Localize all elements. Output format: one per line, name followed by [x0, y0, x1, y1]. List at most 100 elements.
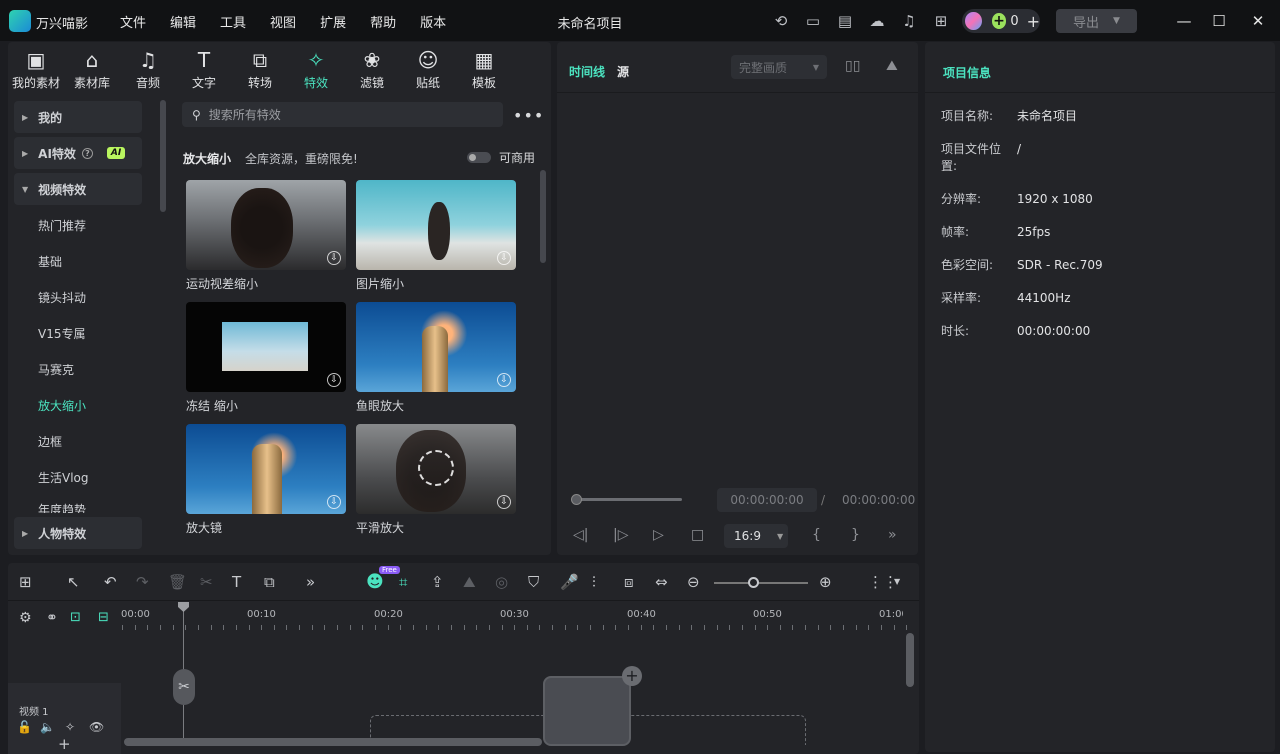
subcategory-hot[interactable]: 热门推荐 [14, 209, 142, 241]
subcategory-trends[interactable]: 年度趋势 [14, 497, 142, 513]
category-mine[interactable]: ▶ 我的 [14, 101, 142, 133]
tab-filter[interactable]: ❀ 滤镜 [344, 42, 400, 92]
playhead-split-icon[interactable]: ✂ [173, 669, 195, 705]
shield-icon[interactable]: ⛉ [528, 573, 539, 591]
tab-text[interactable]: T 文字 [176, 42, 232, 92]
tab-source[interactable]: 源 [617, 63, 629, 80]
layout-grid-icon[interactable]: ⊞ [19, 573, 32, 591]
more-tools-icon[interactable]: » [306, 573, 315, 591]
subcategory-shake[interactable]: 镜头抖动 [14, 281, 142, 313]
tab-effects[interactable]: ✧ 特效 [288, 42, 344, 92]
audio-mixer-icon[interactable]: ⫶ [592, 573, 596, 591]
mark-out-icon[interactable]: } [851, 527, 860, 543]
preview-canvas[interactable] [557, 93, 918, 483]
subcategory-basic[interactable]: 基础 [14, 245, 142, 277]
tab-transition[interactable]: ⧉ 转场 [232, 42, 288, 92]
tab-audio[interactable]: ♫ 音频 [120, 42, 176, 92]
crop-icon[interactable]: ⧉ [264, 573, 275, 591]
tab-timeline[interactable]: 时间线 [569, 63, 605, 80]
tab-my-media[interactable]: ▣ 我的素材 [8, 42, 64, 92]
effect-card[interactable]: ⇩ 鱼眼放大 [356, 302, 516, 414]
commercial-toggle[interactable] [467, 152, 491, 163]
mark-in-icon[interactable]: { [812, 527, 821, 543]
download-icon[interactable]: ⇩ [327, 251, 341, 265]
effect-card[interactable]: ⇩ 放大镜 [186, 424, 346, 536]
delete-icon[interactable]: 🗑 [168, 573, 187, 591]
volume-icon[interactable]: 🔈 [40, 720, 55, 734]
timeline-vertical-scrollbar[interactable] [906, 633, 914, 687]
more-controls-icon[interactable]: » [888, 527, 897, 543]
add-media-icon[interactable]: + [622, 666, 642, 686]
effect-card[interactable]: ⇩ 冻结 缩小 [186, 302, 346, 414]
tab-stock[interactable]: ⌂ 素材库 [64, 42, 120, 92]
current-time[interactable]: 00:00:00:00 [717, 488, 817, 512]
ai-assistant-icon[interactable]: ☻ [366, 573, 384, 591]
avatar[interactable] [965, 12, 982, 30]
category-people-effects[interactable]: ▶ 人物特效 [14, 517, 142, 549]
effect-card[interactable]: ⇩ 图片缩小 [356, 180, 516, 292]
subcategory-zoom[interactable]: 放大缩小 [14, 389, 142, 421]
playback-progress-handle[interactable] [571, 494, 582, 505]
add-track-link-icon[interactable]: ⊡ [70, 609, 81, 627]
snap-icon[interactable]: ⊟ [98, 609, 109, 627]
speed-icon[interactable]: ◎ [495, 573, 508, 591]
fit-timeline-icon[interactable]: ⇔ [655, 573, 668, 591]
effects-toggle-icon[interactable]: ✧ [65, 720, 75, 734]
layout-icon[interactable]: ▭ [804, 12, 822, 30]
category-ai-effects[interactable]: ▶ AI特效? AI [14, 137, 142, 169]
settings-icon[interactable]: ⚙ [19, 609, 32, 627]
cloud-upload-icon[interactable]: ☁ [868, 12, 886, 30]
download-icon[interactable]: ⇩ [497, 251, 511, 265]
snapshot-icon[interactable]: ⛰ [886, 58, 906, 76]
zoom-in-icon[interactable]: ⊕ [819, 573, 832, 591]
add-track-icon[interactable]: + [58, 735, 71, 753]
export-button[interactable]: 导出 ▼ [1056, 9, 1137, 33]
undo-icon[interactable]: ↶ [104, 573, 117, 591]
feedback-icon[interactable]: ⟲ [772, 12, 790, 30]
split-icon[interactable]: ✂ [200, 573, 213, 591]
download-icon[interactable]: ⇩ [497, 495, 511, 509]
eye-icon[interactable]: 👁 [89, 720, 104, 734]
more-options-icon[interactable]: ••• [513, 106, 544, 125]
text-tool-icon[interactable]: T [232, 573, 241, 591]
tab-sticker[interactable]: ☺ 贴纸 [400, 42, 456, 92]
category-video-effects[interactable]: ▼ 视频特效 [14, 173, 142, 205]
zoom-slider[interactable] [714, 582, 808, 584]
chevron-down-icon[interactable]: ▼ [1113, 16, 1120, 26]
playback-progress[interactable] [572, 498, 682, 501]
auto-cut-icon[interactable]: ⌗ [399, 573, 407, 591]
chevron-down-icon[interactable]: ▼ [894, 573, 900, 591]
subcategory-v15[interactable]: V15专属 [14, 317, 142, 349]
effect-card[interactable]: ⇩ 运动视差缩小 [186, 180, 346, 292]
play-icon[interactable]: ▷ [653, 527, 664, 543]
next-frame-icon[interactable]: |▷ [613, 527, 628, 543]
prev-frame-icon[interactable]: ◁| [573, 527, 588, 543]
unlink-icon[interactable]: ⚭ [46, 609, 58, 627]
microphone-icon[interactable]: 🎤 [560, 573, 579, 591]
image-edit-icon[interactable]: ⛰ [463, 573, 476, 591]
credits-widget[interactable]: + 0 + [962, 9, 1040, 33]
close-icon[interactable]: ✕ [1248, 11, 1268, 31]
download-icon[interactable]: ⇩ [327, 495, 341, 509]
replace-icon[interactable]: ⇪ [431, 573, 444, 591]
redo-icon[interactable]: ↷ [136, 573, 149, 591]
timeline-horizontal-scrollbar[interactable] [124, 738, 542, 746]
lock-icon[interactable]: 🔓 [17, 720, 32, 734]
quality-select[interactable]: 完整画质 ▼ [731, 55, 827, 79]
zoom-slider-handle[interactable] [748, 577, 759, 588]
maximize-icon[interactable]: ☐ [1209, 11, 1229, 31]
headset-icon[interactable]: ♫ [900, 12, 918, 30]
render-icon[interactable]: ⧈ [624, 573, 634, 591]
search-input[interactable]: ⚲ 搜索所有特效 [182, 102, 503, 127]
compare-view-icon[interactable]: ▯▯ [845, 58, 865, 76]
subcategory-mosaic[interactable]: 马赛克 [14, 353, 142, 385]
buy-credits-icon[interactable]: + [1027, 12, 1040, 31]
apps-grid-icon[interactable]: ⊞ [932, 12, 950, 30]
time-ruler[interactable]: 00:00 00:10 00:20 00:30 00:40 00:50 01:0… [118, 601, 908, 633]
select-tool-icon[interactable]: ↖ [67, 573, 80, 591]
credit-add-icon[interactable]: + [991, 13, 1007, 29]
subcategory-vlog[interactable]: 生活Vlog [14, 461, 142, 493]
help-icon[interactable]: ? [81, 147, 93, 159]
minimize-icon[interactable]: — [1174, 11, 1194, 31]
save-icon[interactable]: ▤ [836, 12, 854, 30]
